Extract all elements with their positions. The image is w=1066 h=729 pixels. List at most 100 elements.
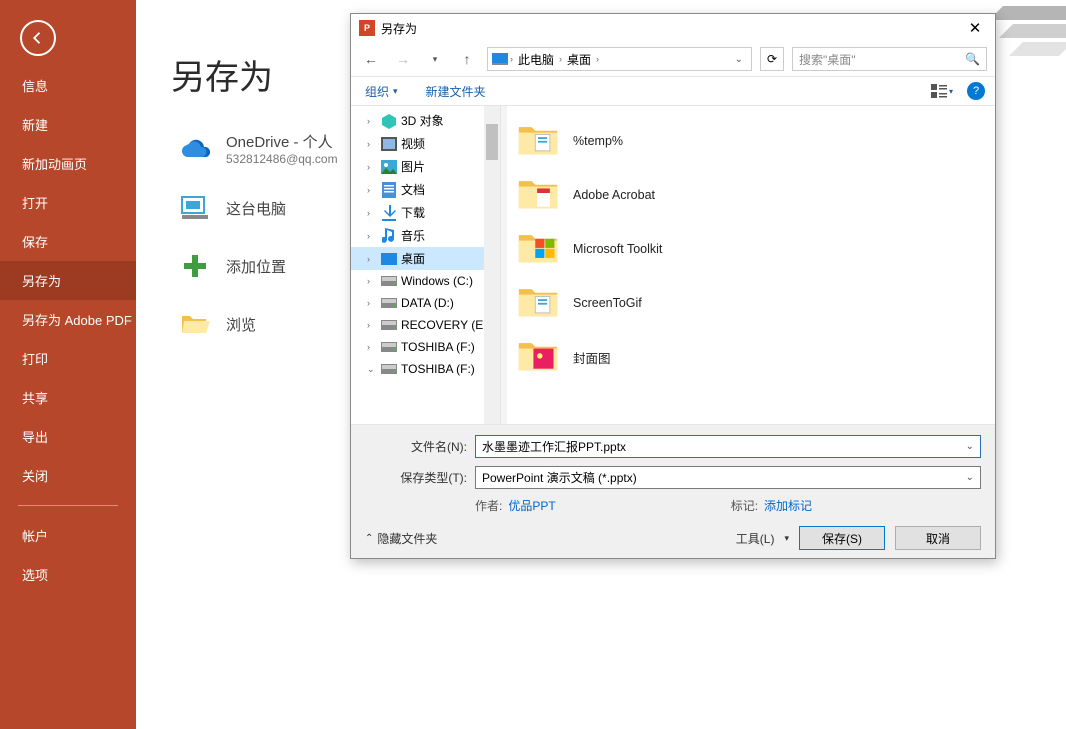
chevron-icon: ›: [367, 208, 377, 218]
file-item[interactable]: ScreenToGif: [517, 276, 985, 330]
nav-back[interactable]: ←: [359, 47, 383, 71]
path-dropdown[interactable]: ⌄: [731, 54, 747, 65]
folder-icon: [517, 174, 559, 216]
filetype-field[interactable]: PowerPoint 演示文稿 (*.pptx) ⌄: [475, 466, 981, 489]
drive-icon: [381, 339, 397, 355]
filetype-dropdown[interactable]: ⌄: [966, 472, 974, 483]
tree-item[interactable]: › 文档: [351, 178, 500, 201]
file-list[interactable]: %temp% Adobe Acrobat Microsoft Toolkit Scre…: [507, 106, 995, 424]
sidebar-item[interactable]: 打开: [0, 183, 136, 222]
path-segment[interactable]: 此电脑: [515, 51, 557, 68]
file-label: ScreenToGif: [573, 296, 642, 310]
file-item[interactable]: 封面图: [517, 330, 985, 384]
folder-icon: [517, 282, 559, 324]
new-folder-button[interactable]: 新建文件夹: [422, 80, 490, 103]
tree-item[interactable]: ›3D 对象: [351, 109, 500, 132]
scrollbar-thumb[interactable]: [486, 124, 498, 160]
tags-value[interactable]: 添加标记: [764, 499, 812, 513]
plus-icon: [179, 250, 211, 282]
tree-item[interactable]: › 图片: [351, 155, 500, 178]
filename-dropdown[interactable]: ⌄: [966, 441, 974, 452]
close-button[interactable]: ✕: [959, 14, 991, 42]
file-item[interactable]: Adobe Acrobat: [517, 168, 985, 222]
refresh-button[interactable]: ⟳: [760, 47, 784, 71]
path-segment[interactable]: 桌面: [564, 51, 594, 68]
sidebar-item[interactable]: 帐户: [0, 516, 136, 555]
save-button[interactable]: 保存(S): [799, 526, 885, 550]
nav-up[interactable]: ↑: [455, 47, 479, 71]
chevron-icon: ›: [367, 162, 377, 172]
nav-forward[interactable]: →: [391, 47, 415, 71]
sidebar-item[interactable]: 选项: [0, 555, 136, 594]
doc-icon: [381, 182, 397, 198]
nav-recent[interactable]: ▾: [423, 47, 447, 71]
file-label: Microsoft Toolkit: [573, 242, 662, 256]
back-button[interactable]: [20, 20, 56, 56]
desktop-icon: [381, 251, 397, 267]
tree-item-label: 图片: [401, 158, 425, 175]
tree-item[interactable]: ›下载: [351, 201, 500, 224]
tree-item-label: 文档: [401, 181, 425, 198]
search-input[interactable]: 搜索"桌面" 🔍: [792, 47, 987, 71]
tree-item[interactable]: ›视频: [351, 132, 500, 155]
tree-item[interactable]: ›桌面: [351, 247, 500, 270]
sidebar-item[interactable]: 关闭: [0, 456, 136, 495]
tree-item[interactable]: › TOSHIBA (F:): [351, 336, 500, 358]
download-icon: [381, 205, 397, 221]
filename-field[interactable]: ⌄: [475, 435, 981, 458]
sidebar-item[interactable]: 信息: [0, 66, 136, 105]
chevron-icon: ›: [367, 185, 377, 195]
tree-item-label: 3D 对象: [401, 112, 444, 129]
chevron-icon: ›: [367, 320, 377, 330]
place-label: OneDrive - 个人: [226, 131, 338, 152]
tree-item[interactable]: ›RECOVERY (E:): [351, 314, 500, 336]
filename-input[interactable]: [482, 440, 966, 454]
address-bar[interactable]: › 此电脑 › 桌面 › ⌄: [487, 47, 752, 71]
sidebar-item[interactable]: 共享: [0, 378, 136, 417]
computer-icon: [179, 192, 211, 224]
author-value[interactable]: 优品PPT: [508, 499, 555, 513]
folder-icon: [517, 120, 559, 162]
drive-icon: [381, 361, 397, 377]
chevron-icon: ›: [367, 139, 377, 149]
tree-item[interactable]: ›Windows (C:): [351, 270, 500, 292]
sidebar-item[interactable]: 保存: [0, 222, 136, 261]
organize-button[interactable]: 组织 ▾: [361, 80, 402, 103]
chevron-icon: ⌄: [367, 364, 377, 375]
tree-item[interactable]: ⌄TOSHIBA (F:): [351, 358, 500, 380]
tree-item[interactable]: ›音乐: [351, 224, 500, 247]
file-item[interactable]: Microsoft Toolkit: [517, 222, 985, 276]
view-button[interactable]: ▾: [925, 80, 959, 102]
tree-item-label: TOSHIBA (F:): [401, 340, 475, 354]
file-label: %temp%: [573, 134, 623, 148]
drive-icon: [381, 295, 397, 311]
chevron-icon: ›: [367, 342, 377, 352]
cancel-button[interactable]: 取消: [895, 526, 981, 550]
sidebar-item[interactable]: 新建: [0, 105, 136, 144]
sidebar-item[interactable]: 另存为: [0, 261, 136, 300]
sidebar-item[interactable]: 打印: [0, 339, 136, 378]
tree-item-label: DATA (D:): [401, 296, 454, 310]
help-button[interactable]: ?: [967, 82, 985, 100]
title-bar: P 另存为 ✕: [351, 14, 995, 42]
hide-folders-toggle[interactable]: ⌃ 隐藏文件夹: [365, 530, 437, 547]
filetype-label: 保存类型(T):: [365, 469, 467, 486]
chevron-icon: ›: [367, 276, 377, 286]
chevron-icon: ›: [367, 231, 377, 241]
place-label: 这台电脑: [226, 198, 286, 219]
folder-open-icon: [179, 308, 211, 340]
sidebar-item[interactable]: 新加动画页: [0, 144, 136, 183]
file-label: Adobe Acrobat: [573, 188, 655, 202]
file-item[interactable]: %temp%: [517, 114, 985, 168]
folder-icon: [517, 336, 559, 378]
tree-item-label: 桌面: [401, 250, 425, 267]
sidebar-item[interactable]: 另存为 Adobe PDF: [0, 300, 136, 339]
filetype-value: PowerPoint 演示文稿 (*.pptx): [482, 469, 637, 486]
save-as-dialog: P 另存为 ✕ ← → ▾ ↑ › 此电脑 › 桌面 › ⌄ ⟳ 搜索"桌面" …: [350, 13, 996, 559]
dialog-title: 另存为: [381, 20, 959, 37]
tree-item[interactable]: ›DATA (D:): [351, 292, 500, 314]
folder-tree[interactable]: ›3D 对象›视频›图片›文档›下载›音乐›桌面›Windows (C:)›DA…: [351, 106, 501, 424]
sidebar-item[interactable]: 导出: [0, 417, 136, 456]
drive-icon: [381, 273, 397, 289]
tools-button[interactable]: 工具(L) ▾: [736, 530, 789, 547]
